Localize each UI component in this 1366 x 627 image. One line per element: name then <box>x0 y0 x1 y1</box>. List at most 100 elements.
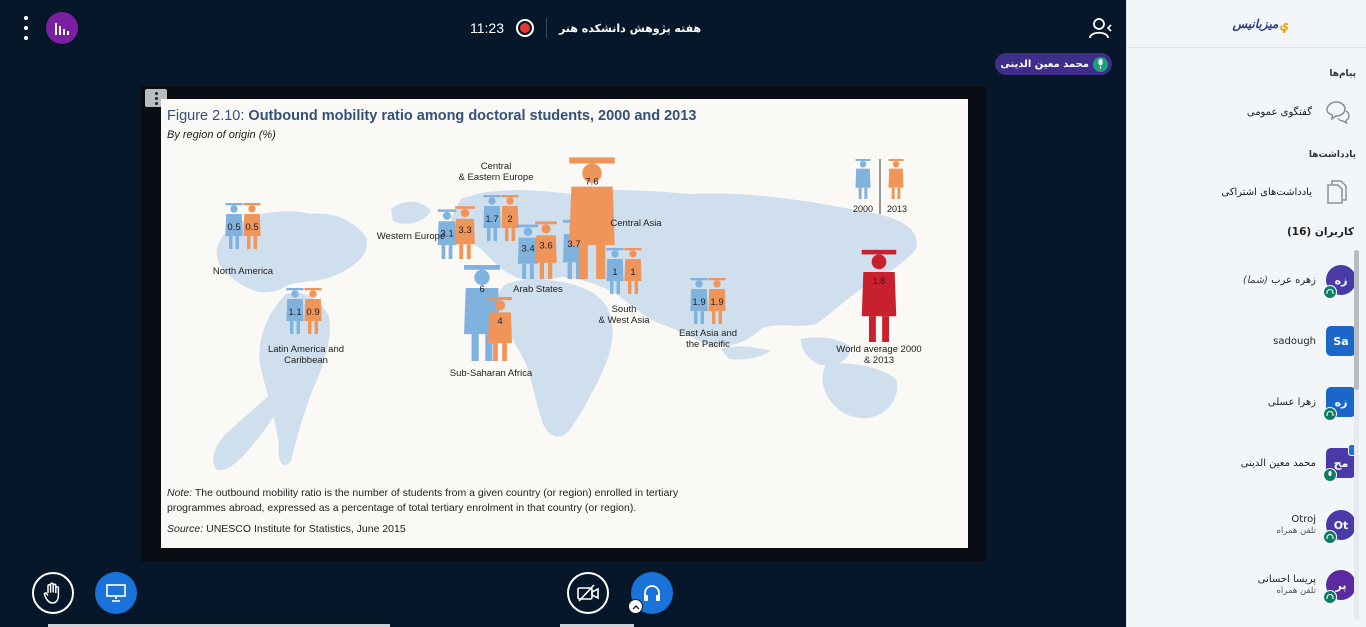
user-device: تلفن همراه <box>1276 586 1316 596</box>
data-label: 3.3 <box>458 225 471 236</box>
category-label: World average 2000 <box>836 344 921 355</box>
category-label: North America <box>213 266 274 277</box>
user-name: پریسا احسانی <box>1257 574 1316 585</box>
user-name: Otroj <box>1291 514 1316 525</box>
category-label: & West Asia <box>598 315 650 326</box>
divider <box>1127 47 1366 48</box>
bar-chart-icon <box>55 23 69 35</box>
category-label: Arab States <box>513 284 563 295</box>
shared-notes-label: یادداشت‌های اشتراکی <box>1221 186 1312 198</box>
app-logo: میزبانیس ؠ <box>1232 12 1288 36</box>
category-label: Western Europe <box>377 231 445 242</box>
avatar: پر <box>1323 570 1356 604</box>
logo-text: میزبانیس <box>1232 17 1279 31</box>
category-label: & 2013 <box>864 355 894 366</box>
microphone-icon <box>1093 56 1108 72</box>
user-list-icon <box>1089 18 1112 39</box>
note-text: The outbound mobility ratio is the numbe… <box>167 487 679 514</box>
avatar-initials: پر <box>1335 578 1347 592</box>
avatar: Ot <box>1323 510 1356 544</box>
user-name-text: زهره عرب <box>1271 274 1316 286</box>
session-bar: 11:23 هفته پژوهش دانشکده هنر <box>470 14 701 42</box>
headphones-icon <box>1323 590 1337 604</box>
hand-icon <box>43 582 60 604</box>
data-label: 1 <box>630 267 635 278</box>
figure-source: Source: UNESCO Institute for Statistics,… <box>167 523 406 535</box>
record-button[interactable] <box>516 19 534 37</box>
document-icon <box>1324 179 1350 205</box>
connection-stats-button[interactable] <box>46 12 78 44</box>
camera-button[interactable] <box>567 572 609 614</box>
presentation-slide: 0.5 0.5 North America 1.1 0.9 Latin America a… <box>161 99 968 548</box>
data-label: 0.5 <box>227 222 240 233</box>
public-chat-label: گفتگوی عمومی <box>1246 106 1312 118</box>
user-list-item[interactable]: زه زهرا عسلی <box>1136 382 1366 422</box>
category-label: Caribbean <box>284 355 328 366</box>
user-name: محمد معین الدینی <box>1240 457 1316 469</box>
legend-figure-2000 <box>855 159 871 199</box>
chat-icon <box>1324 99 1350 125</box>
public-chat-item[interactable]: گفتگوی عمومی <box>1127 92 1366 132</box>
avatar-initials: زه <box>1334 395 1348 409</box>
presentation-icon <box>106 584 126 602</box>
data-label: 1.9 <box>710 297 723 308</box>
sidebar-scrollbar-thumb[interactable] <box>1354 250 1359 390</box>
users-toggle-button[interactable] <box>1088 16 1114 40</box>
figure-title: Figure 2.10: Outbound mobility ratio amo… <box>167 108 696 124</box>
legend-figure-2013 <box>888 159 904 199</box>
world-map <box>213 190 917 471</box>
figure-title-main: Outbound mobility ratio among doctoral s… <box>248 108 697 124</box>
user-list-item[interactable]: Ot Otroj تلفن همراه <box>1136 505 1366 545</box>
avatar-initials: مح <box>1333 456 1349 470</box>
category-label: East Asia and <box>679 328 737 339</box>
note-label: Note: <box>167 487 193 499</box>
category-label: & Eastern Europe <box>459 172 534 183</box>
data-label: 3.6 <box>539 240 552 251</box>
avatar: مح <box>1323 444 1360 482</box>
data-label: 1.8 <box>873 276 886 286</box>
category-label: Central <box>481 161 512 172</box>
data-label: 1.1 <box>288 307 301 318</box>
user-list-item[interactable]: Sa sadough <box>1136 321 1366 361</box>
headphones-icon <box>644 585 660 601</box>
avatar: زه <box>1323 387 1356 421</box>
data-label: 6 <box>479 284 484 295</box>
session-title: هفته پژوهش دانشکده هنر <box>559 21 702 35</box>
options-menu-icon[interactable] <box>19 16 33 40</box>
users-section-title: کاربران (16) <box>1286 226 1354 238</box>
data-label: 7.6 <box>585 176 598 187</box>
headphones-icon <box>1323 530 1337 544</box>
data-label: 0.9 <box>306 307 319 318</box>
avatar-initials: Sa <box>1333 334 1349 348</box>
notes-section-title: یادداشت‌ها <box>1308 150 1356 160</box>
session-clock: 11:23 <box>470 20 504 36</box>
raise-hand-button[interactable] <box>32 572 74 614</box>
presentation-button[interactable] <box>95 572 137 614</box>
logo-mark-icon: ؠ <box>1280 16 1288 32</box>
chart-legend: 2000 2013 <box>853 159 907 214</box>
user-list-item[interactable]: زه زهره عرب (شما) <box>1136 260 1366 300</box>
avatar-initials: زه <box>1334 273 1348 287</box>
data-label: 4 <box>497 316 502 327</box>
microphone-icon <box>1323 468 1337 482</box>
data-label: 1.7 <box>485 214 498 225</box>
messages-section-title: پیام‌ها <box>1329 69 1356 79</box>
figure-subtitle: By region of origin (%) <box>167 129 276 141</box>
sidebar: میزبانیس ؠ پیام‌ها گفتگوی عمومی یادداشت‌… <box>1126 0 1366 627</box>
shared-notes-item[interactable]: یادداشت‌های اشتراکی <box>1127 172 1366 212</box>
category-label: Central Asia <box>610 218 662 229</box>
legend-label: 2000 <box>853 204 873 214</box>
user-list-item[interactable]: مح محمد معین الدینی <box>1136 443 1366 483</box>
avatar: Sa <box>1326 326 1356 356</box>
figure-title-prefix: Figure 2.10: <box>167 108 249 124</box>
you-tag: (شما) <box>1242 274 1268 286</box>
audio-options-button[interactable] <box>628 599 643 614</box>
user-device: تلفن همراه <box>1276 526 1316 536</box>
data-label: 1.9 <box>692 297 705 308</box>
user-list-item[interactable]: پر پریسا احسانی تلفن همراه <box>1136 565 1366 605</box>
user-name: زهرا عسلی <box>1267 396 1316 408</box>
source-text: UNESCO Institute for Statistics, June 20… <box>203 523 406 535</box>
data-label: 2 <box>507 214 512 225</box>
presenter-name: محمد معین الدینی <box>1000 58 1089 70</box>
presenter-pill: محمد معین الدینی <box>995 53 1112 75</box>
